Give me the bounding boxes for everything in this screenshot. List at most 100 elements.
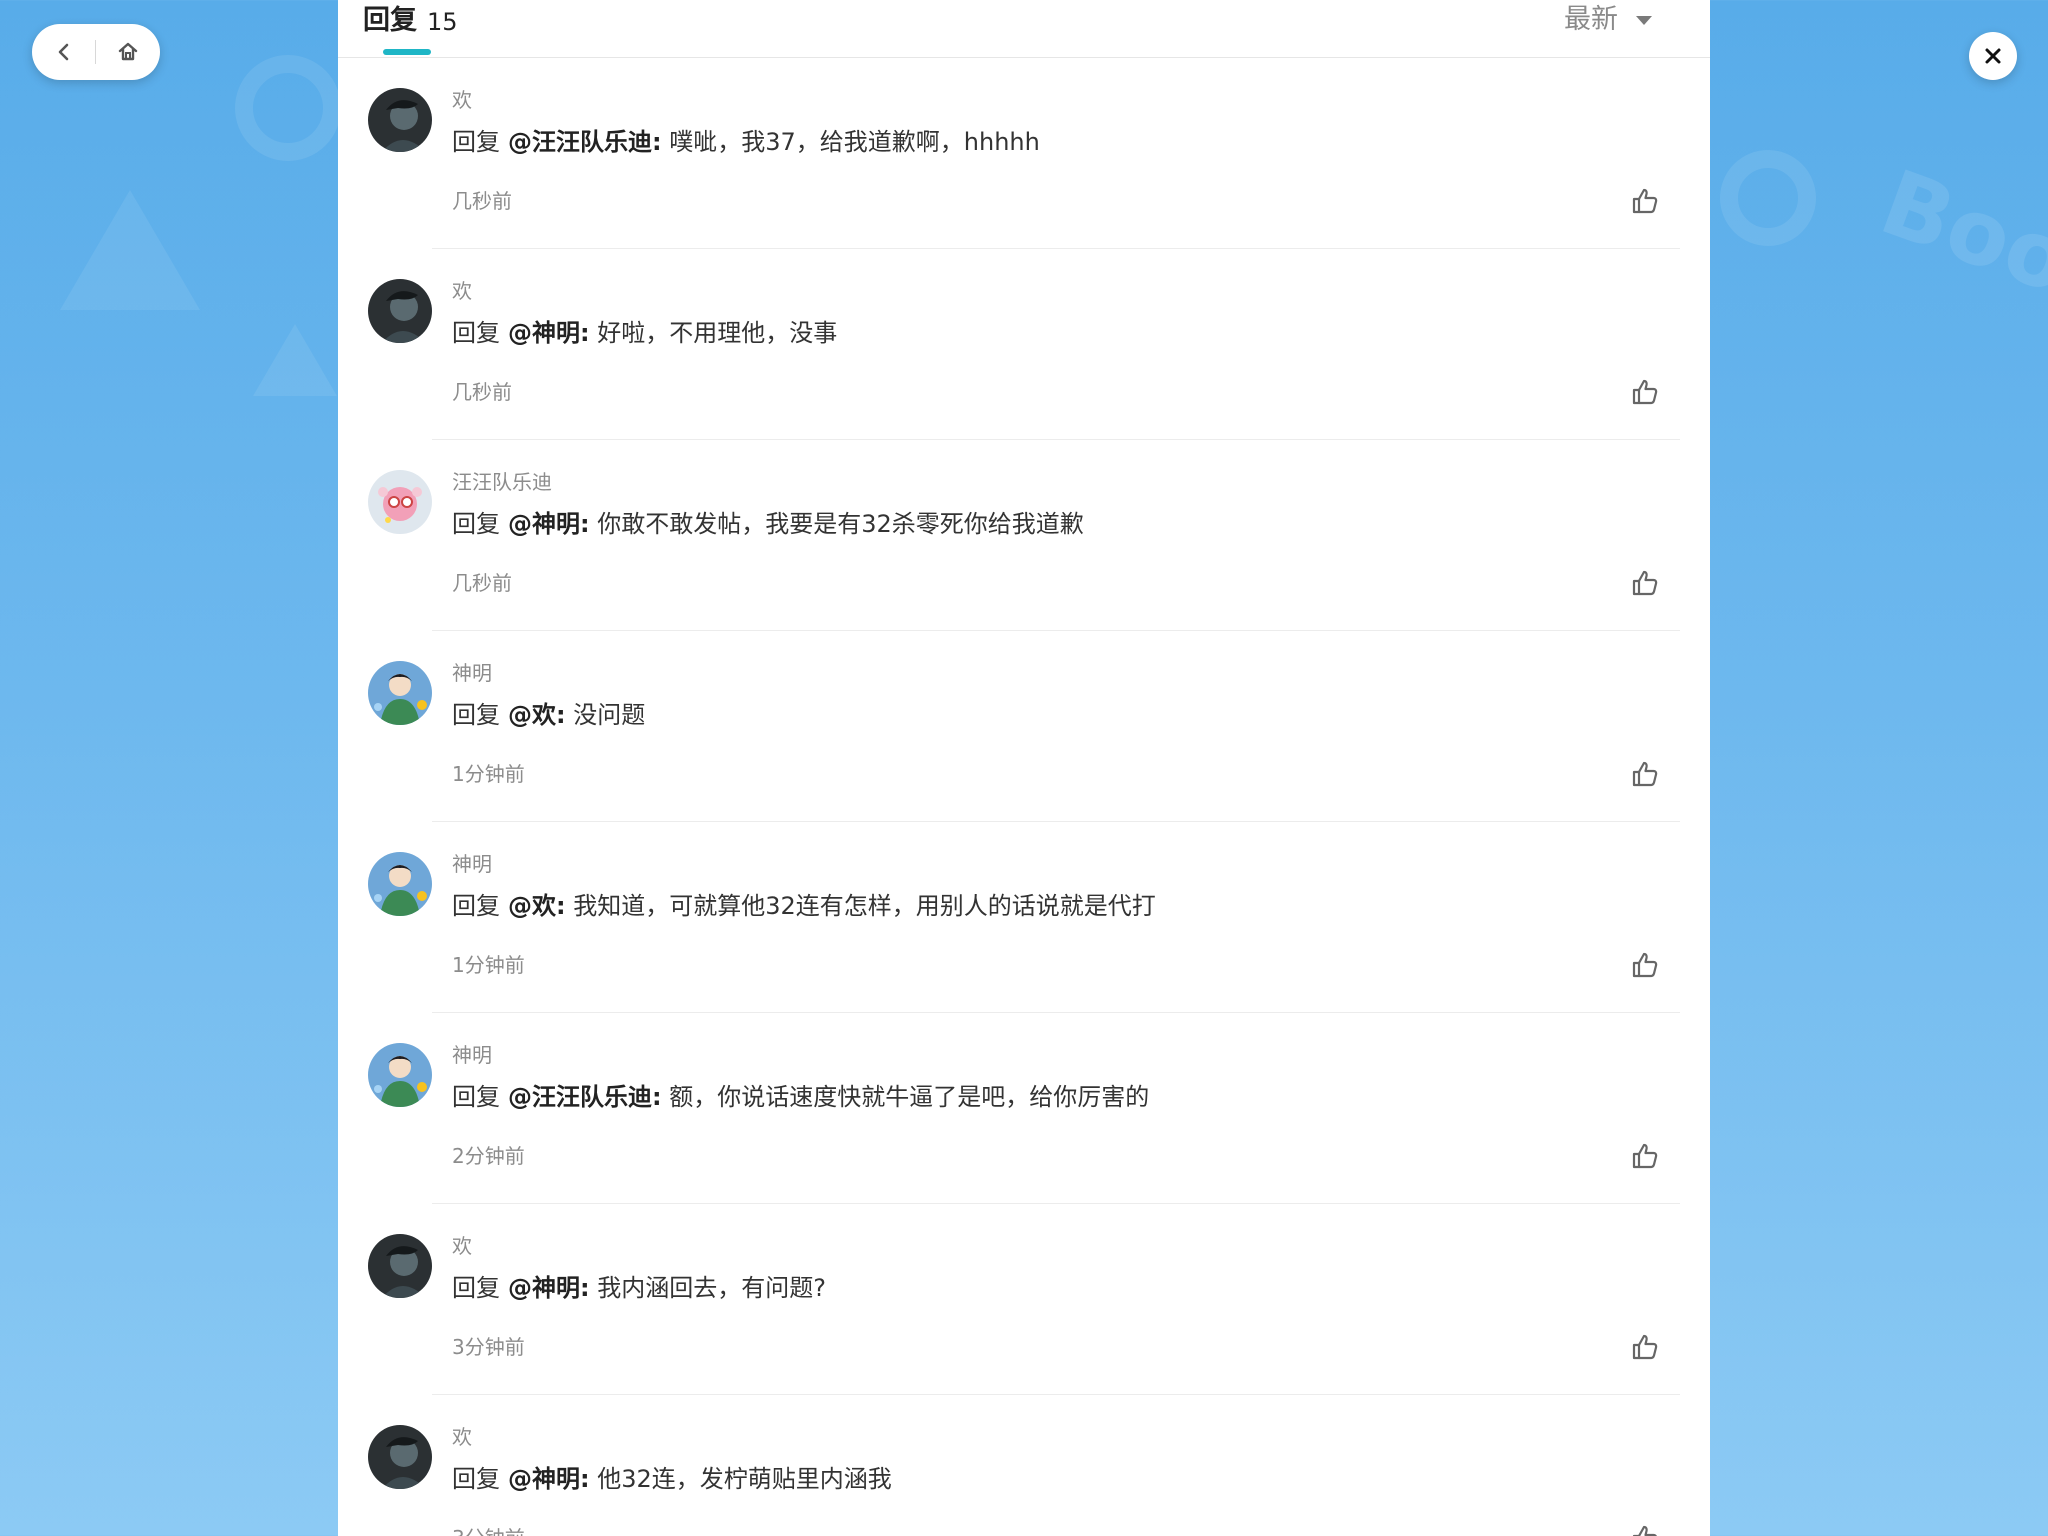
username[interactable]: 欢 <box>452 279 472 303</box>
timestamp: 2分钟前 <box>452 1144 525 1168</box>
reply-list: 欢 回复 @汪汪队乐迪: 噗呲，我37，给我道歉啊，hhhhh 几秒前 欢 回复 @… <box>338 58 1710 1536</box>
like-button[interactable] <box>1630 1332 1660 1362</box>
background-decoration <box>253 324 337 396</box>
like-button[interactable] <box>1630 759 1660 789</box>
avatar[interactable] <box>368 1043 432 1107</box>
background-decoration <box>235 55 341 161</box>
reply-item: 欢 回复 @神明: 我内涵回去，有问题? 3分钟前 <box>338 1204 1710 1395</box>
reply-word: 回复 <box>452 1465 500 1493</box>
avatar[interactable] <box>368 279 432 343</box>
avatar-image <box>368 1234 432 1298</box>
reply-content: 回复 @欢: 没问题 <box>452 699 645 731</box>
username[interactable]: 神明 <box>452 1043 492 1067</box>
reply-item: 欢 回复 @神明: 好啦，不用理他，没事 几秒前 <box>338 249 1710 440</box>
like-button[interactable] <box>1630 377 1660 407</box>
reply-content: 回复 @神明: 你敢不敢发帖，我要是有32杀零死你给我道歉 <box>452 508 1084 540</box>
username[interactable]: 欢 <box>452 88 472 112</box>
username[interactable]: 欢 <box>452 1234 472 1258</box>
avatar-image <box>368 470 432 534</box>
thumbs-up-icon <box>1632 570 1658 596</box>
mention-link[interactable]: @神明: <box>508 1274 590 1302</box>
avatar[interactable] <box>368 470 432 534</box>
like-button[interactable] <box>1630 1523 1660 1536</box>
like-button[interactable] <box>1630 1141 1660 1171</box>
reply-item: 欢 回复 @神明: 他32连，发柠萌贴里内涵我 3分钟前 <box>338 1395 1710 1536</box>
thumbs-up-icon <box>1632 1143 1658 1169</box>
mention-link[interactable]: @欢: <box>508 892 566 920</box>
home-button[interactable] <box>96 24 159 80</box>
like-button[interactable] <box>1630 568 1660 598</box>
reply-content: 回复 @神明: 好啦，不用理他，没事 <box>452 317 837 349</box>
reply-text: 额，你说话速度快就牛逼了是吧，给你厉害的 <box>669 1083 1150 1111</box>
mention-link[interactable]: @汪汪队乐迪: <box>508 128 662 156</box>
sort-dropdown[interactable]: 最新 <box>1564 2 1652 38</box>
reply-count: 15 <box>427 8 458 36</box>
thumbs-up-icon <box>1632 1334 1658 1360</box>
reply-content: 回复 @欢: 我知道，可就算他32连有怎样，用别人的话说就是代打 <box>452 890 1156 922</box>
timestamp: 几秒前 <box>452 380 512 404</box>
close-button[interactable] <box>1969 32 2017 80</box>
username[interactable]: 欢 <box>452 1425 472 1449</box>
reply-word: 回复 <box>452 1274 500 1302</box>
home-icon <box>118 42 137 61</box>
reply-text: 没问题 <box>573 701 646 729</box>
avatar[interactable] <box>368 1425 432 1489</box>
chevron-left-icon <box>58 43 68 61</box>
replies-panel: 回复 15 最新 欢 回复 @汪汪队乐迪: 噗呲，我37，给我道歉啊，hhhhh … <box>338 0 1710 1536</box>
thumbs-up-icon <box>1632 952 1658 978</box>
reply-word: 回复 <box>452 510 500 538</box>
timestamp: 3分钟前 <box>452 1335 525 1359</box>
reply-word: 回复 <box>452 319 500 347</box>
back-button[interactable] <box>32 24 95 80</box>
timestamp: 几秒前 <box>452 189 512 213</box>
timestamp: 1分钟前 <box>452 953 525 977</box>
avatar-image <box>368 661 432 725</box>
reply-content: 回复 @神明: 我内涵回去，有问题? <box>452 1272 826 1304</box>
like-button[interactable] <box>1630 186 1660 216</box>
caret-down-icon <box>1636 15 1652 25</box>
reply-content: 回复 @神明: 他32连，发柠萌贴里内涵我 <box>452 1463 892 1495</box>
thumbs-up-icon <box>1632 761 1658 787</box>
tab-label: 回复 <box>363 5 417 36</box>
mention-link[interactable]: @神明: <box>508 510 590 538</box>
avatar[interactable] <box>368 88 432 152</box>
mention-link[interactable]: @神明: <box>508 1465 590 1493</box>
reply-item: 神明 回复 @汪汪队乐迪: 额，你说话速度快就牛逼了是吧，给你厉害的 2分钟前 <box>338 1013 1710 1204</box>
reply-word: 回复 <box>452 892 500 920</box>
reply-text: 你敢不敢发帖，我要是有32杀零死你给我道歉 <box>597 510 1084 538</box>
background-decoration <box>60 190 200 310</box>
reply-text: 他32连，发柠萌贴里内涵我 <box>597 1465 892 1493</box>
reply-text: 我知道，可就算他32连有怎样，用别人的话说就是代打 <box>573 892 1156 920</box>
background-decoration: Boo <box>1867 150 2048 315</box>
background-decoration <box>1720 150 1816 246</box>
thumbs-up-icon <box>1632 1525 1657 1536</box>
mention-link[interactable]: @神明: <box>508 319 590 347</box>
avatar-image <box>368 1425 432 1489</box>
thumbs-up-icon <box>1632 188 1658 214</box>
username[interactable]: 神明 <box>452 852 492 876</box>
avatar[interactable] <box>368 661 432 725</box>
reply-text: 噗呲，我37，给我道歉啊，hhhhh <box>669 128 1040 156</box>
reply-text: 我内涵回去，有问题? <box>597 1274 826 1302</box>
thumbs-up-icon <box>1632 379 1658 405</box>
close-icon <box>1985 48 2001 64</box>
reply-item: 汪汪队乐迪 回复 @神明: 你敢不敢发帖，我要是有32杀零死你给我道歉 几秒前 <box>338 440 1710 631</box>
reply-word: 回复 <box>452 701 500 729</box>
avatar-image <box>368 852 432 916</box>
reply-item: 神明 回复 @欢: 没问题 1分钟前 <box>338 631 1710 822</box>
username[interactable]: 汪汪队乐迪 <box>452 470 552 494</box>
timestamp: 1分钟前 <box>452 762 525 786</box>
reply-text: 好啦，不用理他，没事 <box>597 319 838 347</box>
like-button[interactable] <box>1630 950 1660 980</box>
sort-label: 最新 <box>1564 4 1618 35</box>
reply-word: 回复 <box>452 128 500 156</box>
mention-link[interactable]: @汪汪队乐迪: <box>508 1083 662 1111</box>
reply-word: 回复 <box>452 1083 500 1111</box>
username[interactable]: 神明 <box>452 661 492 685</box>
reply-item: 欢 回复 @汪汪队乐迪: 噗呲，我37，给我道歉啊，hhhhh 几秒前 <box>338 58 1710 249</box>
panel-header: 回复 15 最新 <box>338 0 1710 58</box>
mention-link[interactable]: @欢: <box>508 701 566 729</box>
avatar[interactable] <box>368 852 432 916</box>
avatar[interactable] <box>368 1234 432 1298</box>
floating-nav <box>32 24 160 80</box>
